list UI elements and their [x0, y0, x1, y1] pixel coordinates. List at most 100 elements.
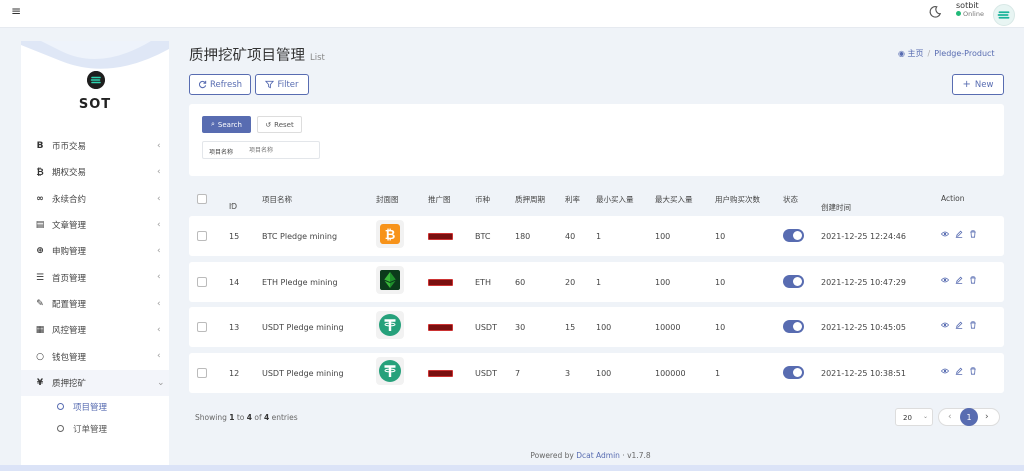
sidebar-item-risk-control[interactable]: ▦ 风控管理 ‹: [21, 317, 169, 343]
brand-name: SOT: [78, 97, 112, 112]
edit-icon[interactable]: [955, 321, 963, 329]
page-number-current[interactable]: 1: [960, 408, 978, 426]
cell-created: 2021-12-25 10:45:05: [821, 323, 906, 332]
cell-rate: 15: [565, 323, 576, 332]
article-icon: ▤: [35, 220, 45, 231]
next-page-icon[interactable]: ›: [985, 412, 989, 422]
sidebar-item-subscription[interactable]: ⊕ 申购管理 ‹: [21, 238, 169, 264]
search-icon: ⌕: [211, 120, 215, 128]
new-button[interactable]: + New: [952, 74, 1004, 95]
cover-image[interactable]: [376, 357, 404, 385]
per-page-select[interactable]: 20 ⌄: [895, 408, 933, 426]
sidebar-item-homepage[interactable]: ☰ 首页管理 ‹: [21, 264, 169, 290]
col-rate: 利率: [565, 195, 580, 204]
promo-image[interactable]: [428, 233, 453, 240]
menu-toggle-icon[interactable]: ≡: [11, 4, 21, 18]
delete-icon[interactable]: [969, 367, 977, 375]
cell-period: 30: [515, 323, 526, 332]
sidebar-subitem-orders[interactable]: 订单管理: [21, 418, 169, 440]
cell-period: 7: [515, 369, 521, 378]
chevron-down-icon: ⌄: [922, 413, 928, 420]
breadcrumb-home[interactable]: 主页: [908, 49, 924, 58]
row-checkbox[interactable]: [197, 277, 207, 287]
circle-icon: [57, 425, 64, 433]
row-checkbox[interactable]: [197, 368, 207, 378]
delete-icon[interactable]: [969, 321, 977, 329]
col-min-buy: 最小买入量: [596, 195, 634, 204]
delete-icon[interactable]: [969, 276, 977, 284]
refresh-icon: [198, 80, 207, 89]
filter-panel: ⌕ Search ↺ Reset 项目名称: [189, 104, 1004, 176]
prev-page-icon[interactable]: ‹: [948, 412, 952, 422]
col-coin: 币种: [475, 195, 490, 204]
project-name-filter: 项目名称: [202, 141, 320, 159]
row-actions: [941, 276, 977, 284]
row-checkbox[interactable]: [197, 231, 207, 241]
circle-icon: ○: [36, 351, 44, 362]
cell-period: 180: [515, 232, 531, 241]
cell-id: 13: [229, 323, 240, 332]
project-name-input[interactable]: [249, 143, 317, 157]
cover-image[interactable]: ₿: [376, 220, 404, 248]
table-row: 12 USDT Pledge mining USDT 7 3 100 10000…: [189, 353, 1004, 393]
cell-created: 2021-12-25 10:38:51: [821, 369, 906, 378]
status-toggle[interactable]: [783, 275, 804, 288]
cover-image[interactable]: [376, 311, 404, 339]
dark-mode-icon[interactable]: [928, 5, 942, 19]
online-dot-icon: [956, 11, 961, 16]
sidebar-item-articles[interactable]: ▤ 文章管理 ‹: [21, 212, 169, 238]
col-action: Action: [941, 194, 965, 203]
cell-min-buy: 1: [596, 278, 602, 287]
search-button[interactable]: ⌕ Search: [202, 116, 251, 133]
cover-image[interactable]: [376, 266, 404, 294]
sidebar-item-perpetual-contract[interactable]: ∞ 永续合约 ‹: [21, 186, 169, 212]
cell-user-times: 10: [715, 323, 726, 332]
view-icon[interactable]: [941, 367, 949, 375]
cell-created: 2021-12-25 12:24:46: [821, 232, 906, 241]
cell-created: 2021-12-25 10:47:29: [821, 278, 906, 287]
cell-coin: USDT: [475, 369, 497, 378]
promo-image[interactable]: [428, 279, 453, 286]
status-toggle[interactable]: [783, 366, 804, 379]
sidebar-item-config[interactable]: ✎ 配置管理 ‹: [21, 291, 169, 317]
view-icon[interactable]: [941, 276, 949, 284]
sidebar-item-coin-trading[interactable]: B 币币交易 ‹: [21, 133, 169, 159]
user-status: Online: [956, 10, 986, 18]
edit-icon[interactable]: [955, 276, 963, 284]
sidebar-item-wallet[interactable]: ○ 钱包管理 ‹: [21, 343, 169, 369]
sidebar-item-pledge-mining[interactable]: ¥ 质押挖矿 ⌄: [21, 369, 169, 396]
view-icon[interactable]: [941, 230, 949, 238]
sidebar-item-options-trading[interactable]: ₿ 期权交易 ‹: [21, 159, 169, 185]
dcat-admin-link[interactable]: Dcat Admin: [576, 451, 620, 460]
sidebar-item-label: 质押挖矿: [52, 378, 87, 389]
dashboard-icon: ◉: [898, 49, 905, 58]
sidebar-item-label: 币币交易: [52, 142, 87, 153]
col-promo: 推广图: [428, 195, 451, 204]
filter-button[interactable]: Filter: [255, 74, 309, 95]
edit-icon[interactable]: [955, 230, 963, 238]
cell-name: USDT Pledge mining: [262, 369, 344, 378]
filter-icon: [265, 80, 275, 89]
status-toggle[interactable]: [783, 320, 804, 333]
cell-max-buy: 100: [655, 232, 671, 241]
select-all-checkbox[interactable]: [197, 194, 207, 204]
avatar[interactable]: [993, 4, 1015, 26]
user-info[interactable]: sotbit Online: [956, 1, 986, 18]
status-toggle[interactable]: [783, 229, 804, 242]
promo-image[interactable]: [428, 370, 453, 377]
plus-icon: +: [962, 79, 971, 90]
view-icon[interactable]: [941, 321, 949, 329]
sidebar-subitem-projects[interactable]: 项目管理: [21, 396, 169, 418]
refresh-button[interactable]: Refresh: [189, 74, 251, 95]
row-actions: [941, 321, 977, 329]
promo-image[interactable]: [428, 324, 453, 331]
row-actions: [941, 230, 977, 238]
chevron-left-icon: ‹: [157, 219, 161, 230]
table-header: ID ↑ 项目名称 封面图 推广图 币种 质押周期 利率 最小买入量 最大买入量…: [189, 186, 1004, 212]
delete-icon[interactable]: [969, 230, 977, 238]
edit-icon[interactable]: [955, 367, 963, 375]
sidebar-subitem-label: 订单管理: [73, 424, 108, 435]
table-row: 15 BTC Pledge mining ₿ BTC 180 40 1 100 …: [189, 216, 1004, 256]
reset-button[interactable]: ↺ Reset: [257, 116, 302, 133]
row-checkbox[interactable]: [197, 322, 207, 332]
